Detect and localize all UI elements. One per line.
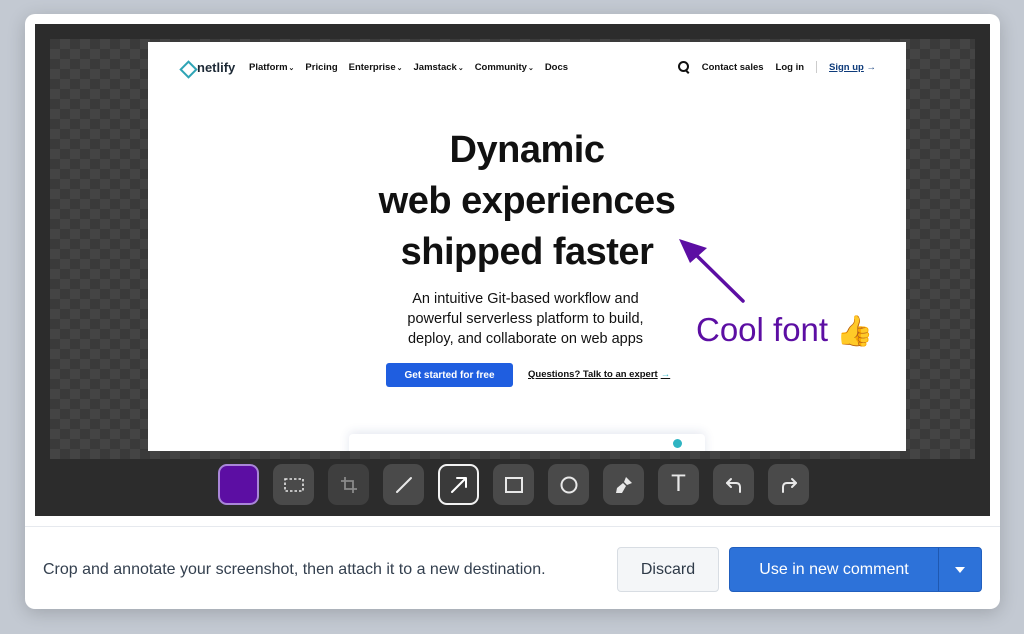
- netlify-logo: netlify: [180, 60, 235, 75]
- nav-contact-sales: Contact sales: [701, 61, 764, 73]
- color-picker-button[interactable]: [218, 464, 259, 505]
- rectangle-icon: [504, 476, 523, 493]
- instruction-text: Crop and annotate your screenshot, then …: [43, 561, 546, 578]
- line-tool[interactable]: [383, 464, 424, 505]
- chevron-down-icon: ⌄: [288, 65, 295, 72]
- use-in-new-comment-label[interactable]: Use in new comment: [730, 548, 938, 591]
- ellipse-tool[interactable]: [548, 464, 589, 505]
- headline-line-3: shipped faster: [400, 231, 654, 273]
- subhead-line-1: An intuitive Git-based workflow and: [412, 291, 639, 307]
- search-icon: [677, 61, 690, 73]
- arrow-right-icon: →: [660, 369, 671, 380]
- nav-links: Platform⌄ Pricing Enterprise⌄ Jamstack⌄ …: [249, 62, 568, 73]
- annotation-toolbar: T: [218, 464, 809, 506]
- nav-platform: Platform⌄: [249, 62, 295, 73]
- chevron-down-icon: ⌄: [396, 65, 403, 72]
- subhead-line-3: deploy, and collaborate on web apps: [407, 331, 644, 347]
- brush-tool[interactable]: [603, 464, 644, 505]
- nav-enterprise: Enterprise⌄: [348, 62, 403, 73]
- netlify-logo-icon: [180, 61, 193, 74]
- captured-screenshot: netlify Platform⌄ Pricing Enterprise⌄ Ja…: [148, 42, 906, 451]
- nav-divider: [816, 61, 818, 73]
- screenshot-editor-dialog: netlify Platform⌄ Pricing Enterprise⌄ Ja…: [25, 14, 1000, 609]
- rectangle-tool[interactable]: [493, 464, 534, 505]
- circle-icon: [560, 476, 577, 493]
- undo-icon: [725, 477, 741, 493]
- annotation-text[interactable]: Cool font 👍: [696, 311, 873, 349]
- redo-icon: [781, 477, 797, 493]
- arrow-right-icon: →: [866, 61, 877, 73]
- hero-subhead: An intuitive Git-based workflow and powe…: [368, 289, 683, 349]
- dialog-footer: Crop and annotate your screenshot, then …: [25, 526, 1000, 609]
- nav-community: Community⌄: [474, 62, 534, 73]
- editor-panel: netlify Platform⌄ Pricing Enterprise⌄ Ja…: [35, 24, 990, 516]
- get-started-button: Get started for free: [386, 363, 513, 387]
- text-icon: T: [671, 472, 686, 497]
- nav-docs: Docs: [544, 62, 569, 73]
- nav-pricing: Pricing: [305, 62, 338, 73]
- destination-dropdown-toggle[interactable]: [939, 548, 981, 591]
- use-in-new-comment-button[interactable]: Use in new comment: [729, 547, 982, 592]
- chevron-down-icon: ⌄: [527, 65, 534, 72]
- headline-line-2: web experiences: [378, 180, 676, 222]
- status-dot: [673, 439, 682, 448]
- logo-text: netlify: [197, 60, 236, 75]
- arrow-tool[interactable]: [438, 464, 479, 505]
- site-navbar: netlify Platform⌄ Pricing Enterprise⌄ Ja…: [148, 42, 906, 92]
- preview-card: [349, 434, 705, 451]
- line-icon: [395, 476, 412, 493]
- subhead-line-2: powerful serverless platform to build,: [407, 311, 644, 327]
- select-region-tool[interactable]: [273, 464, 314, 505]
- dashed-rect-icon: [283, 477, 304, 492]
- talk-to-expert-link: Questions? Talk to an expert →: [528, 369, 671, 380]
- thumbs-up-icon: 👍: [836, 315, 874, 348]
- brush-icon: [615, 476, 632, 493]
- arrow-icon: [450, 476, 467, 493]
- text-tool[interactable]: T: [658, 464, 699, 505]
- crop-icon: [340, 476, 357, 493]
- discard-button[interactable]: Discard: [617, 547, 719, 592]
- nav-right: Contact sales Log in Sign up →: [677, 61, 877, 73]
- nav-log-in: Log in: [775, 61, 805, 73]
- nav-jamstack: Jamstack⌄: [413, 62, 464, 73]
- crop-tool[interactable]: [328, 464, 369, 505]
- nav-sign-up: Sign up →: [829, 61, 877, 73]
- redo-button[interactable]: [768, 464, 809, 505]
- headline-line-1: Dynamic: [449, 129, 605, 171]
- annotation-canvas[interactable]: netlify Platform⌄ Pricing Enterprise⌄ Ja…: [50, 39, 975, 459]
- undo-button[interactable]: [713, 464, 754, 505]
- chevron-down-icon: ⌄: [457, 65, 464, 72]
- chevron-down-icon: [955, 566, 965, 573]
- hero-headline: Dynamic web experiences shipped faster: [148, 125, 906, 278]
